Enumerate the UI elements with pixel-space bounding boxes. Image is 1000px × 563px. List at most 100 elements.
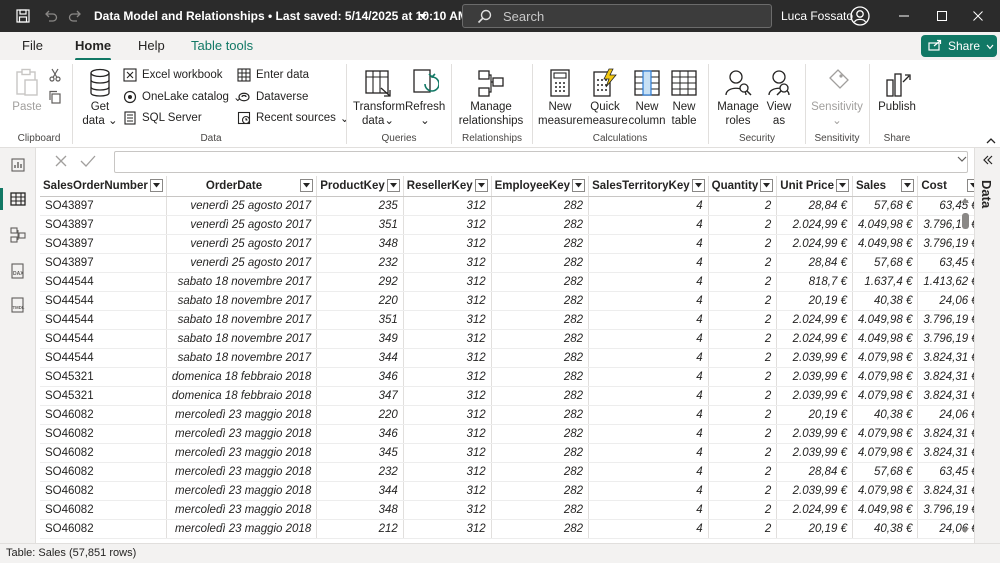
table-cell[interactable]: 282 (491, 196, 590, 216)
table-cell[interactable]: SO46082 (40, 500, 167, 520)
expand-pane-icon[interactable] (982, 154, 994, 169)
quick-measure-button[interactable]: Quick measure (583, 66, 628, 128)
table-cell[interactable]: mercoledì 23 maggio 2018 (166, 443, 318, 463)
tab-file[interactable]: File (22, 38, 43, 53)
table-cell[interactable]: 4.049,98 € (852, 310, 919, 330)
table-cell[interactable]: 312 (403, 291, 492, 311)
table-cell[interactable]: 2 (708, 196, 778, 216)
table-cell[interactable]: 312 (403, 443, 492, 463)
filter-dropdown-icon[interactable] (474, 179, 488, 192)
table-cell[interactable]: SO46082 (40, 481, 167, 501)
table-cell[interactable]: 312 (403, 462, 492, 482)
document-title[interactable]: Data Model and Relationships • Last save… (94, 9, 468, 23)
table-cell[interactable]: venerdì 25 agosto 2017 (166, 234, 318, 254)
table-cell[interactable]: 212 (316, 519, 404, 539)
table-cell[interactable]: 312 (403, 272, 492, 292)
sql-server-button[interactable]: SQL Server (122, 110, 202, 126)
table-cell[interactable]: 232 (316, 253, 404, 273)
paste-button[interactable]: Paste (10, 66, 44, 114)
table-cell[interactable]: 4 (588, 234, 709, 254)
table-row[interactable]: SO44544 sabato 18 novembre 2017 292 312 282 4… (40, 272, 974, 292)
new-table-button[interactable]: New table (667, 66, 701, 128)
table-cell[interactable]: 2.024,99 € (776, 215, 853, 235)
table-row[interactable]: SO44544 sabato 18 novembre 2017 220 312 282 4… (40, 291, 974, 311)
table-cell[interactable]: 312 (403, 253, 492, 273)
minimize-icon[interactable] (894, 6, 914, 26)
filter-dropdown-icon[interactable] (835, 179, 849, 192)
table-cell[interactable]: sabato 18 novembre 2017 (166, 272, 318, 292)
table-cell[interactable]: 312 (403, 215, 492, 235)
table-cell[interactable]: 346 (316, 367, 404, 387)
table-row[interactable]: SO43897 venerdì 25 agosto 2017 351 312 282 4 2… (40, 215, 974, 235)
table-cell[interactable]: sabato 18 novembre 2017 (166, 329, 318, 349)
table-cell[interactable]: 2.024,99 € (776, 329, 853, 349)
table-cell[interactable]: 312 (403, 386, 492, 406)
table-cell[interactable]: SO46082 (40, 462, 167, 482)
chevron-down-icon[interactable] (418, 10, 428, 24)
table-cell[interactable]: 2.039,99 € (776, 481, 853, 501)
column-header[interactable]: ResellerKey (403, 176, 492, 197)
table-cell[interactable]: 40,38 € (852, 291, 919, 311)
table-cell[interactable]: 312 (403, 196, 492, 216)
table-cell[interactable]: 4 (588, 215, 709, 235)
table-row[interactable]: SO46082 mercoledì 23 maggio 2018 344 312 282… (40, 481, 974, 501)
table-cell[interactable]: 4 (588, 481, 709, 501)
table-cell[interactable]: mercoledì 23 maggio 2018 (166, 424, 318, 444)
table-cell[interactable]: 282 (491, 215, 590, 235)
table-cell[interactable]: 349 (316, 329, 404, 349)
tab-home[interactable]: Home (75, 38, 112, 61)
column-header[interactable]: OrderDate (166, 176, 318, 197)
table-cell[interactable]: 2 (708, 272, 778, 292)
cancel-formula-icon[interactable] (54, 154, 68, 171)
table-cell[interactable]: 2 (708, 367, 778, 387)
table-cell[interactable]: venerdì 25 agosto 2017 (166, 253, 318, 273)
table-cell[interactable]: SO43897 (40, 215, 167, 235)
sensitivity-button[interactable]: Sensitivity ⌄ (811, 66, 863, 128)
table-cell[interactable]: 28,84 € (776, 462, 853, 482)
table-row[interactable]: SO46082 mercoledì 23 maggio 2018 348 312 282… (40, 500, 974, 520)
table-cell[interactable]: 2 (708, 424, 778, 444)
table-cell[interactable]: 57,68 € (852, 253, 919, 273)
manage-roles-button[interactable]: Manage roles (716, 66, 760, 128)
table-cell[interactable]: SO46082 (40, 405, 167, 425)
copy-icon[interactable] (48, 90, 62, 107)
table-cell[interactable]: mercoledì 23 maggio 2018 (166, 500, 318, 520)
table-cell[interactable]: venerdì 25 agosto 2017 (166, 215, 318, 235)
table-cell[interactable]: 282 (491, 272, 590, 292)
table-row[interactable]: SO43897 venerdì 25 agosto 2017 232 312 282 4 2… (40, 253, 974, 273)
table-cell[interactable]: venerdì 25 agosto 2017 (166, 196, 318, 216)
table-cell[interactable]: 282 (491, 462, 590, 482)
table-row[interactable]: SO45321 domenica 18 febbraio 2018 346 312 28… (40, 367, 974, 387)
table-cell[interactable]: 292 (316, 272, 404, 292)
table-view-icon[interactable] (0, 184, 36, 214)
column-header[interactable]: ProductKey (316, 176, 404, 197)
close-icon[interactable] (968, 6, 988, 26)
table-cell[interactable]: 818,7 € (776, 272, 853, 292)
new-column-button[interactable]: New column (628, 66, 666, 128)
column-header[interactable]: Sales (852, 176, 919, 197)
tab-help[interactable]: Help (138, 38, 165, 53)
table-cell[interactable]: 4.079,98 € (852, 424, 919, 444)
table-row[interactable]: SO46082 mercoledì 23 maggio 2018 345 312 282… (40, 443, 974, 463)
table-cell[interactable]: 282 (491, 291, 590, 311)
table-cell[interactable]: 348 (316, 234, 404, 254)
column-header[interactable]: Unit Price (776, 176, 853, 197)
table-cell[interactable]: 282 (491, 424, 590, 444)
table-cell[interactable]: 4.079,98 € (852, 348, 919, 368)
table-cell[interactable]: 4 (588, 443, 709, 463)
table-cell[interactable]: 4 (588, 272, 709, 292)
table-cell[interactable]: 351 (316, 215, 404, 235)
table-cell[interactable]: SO44544 (40, 310, 167, 330)
table-cell[interactable]: 4.079,98 € (852, 443, 919, 463)
table-cell[interactable]: 312 (403, 481, 492, 501)
table-row[interactable]: SO46082 mercoledì 23 maggio 2018 232 312 282… (40, 462, 974, 482)
redo-icon[interactable] (66, 7, 84, 25)
table-cell[interactable]: 20,19 € (776, 291, 853, 311)
column-header[interactable]: Cost (917, 176, 974, 197)
table-cell[interactable]: 344 (316, 481, 404, 501)
table-cell[interactable]: 2.039,99 € (776, 424, 853, 444)
table-cell[interactable]: SO45321 (40, 367, 167, 387)
table-cell[interactable]: 282 (491, 519, 590, 539)
table-cell[interactable]: 282 (491, 234, 590, 254)
filter-dropdown-icon[interactable] (149, 179, 163, 192)
